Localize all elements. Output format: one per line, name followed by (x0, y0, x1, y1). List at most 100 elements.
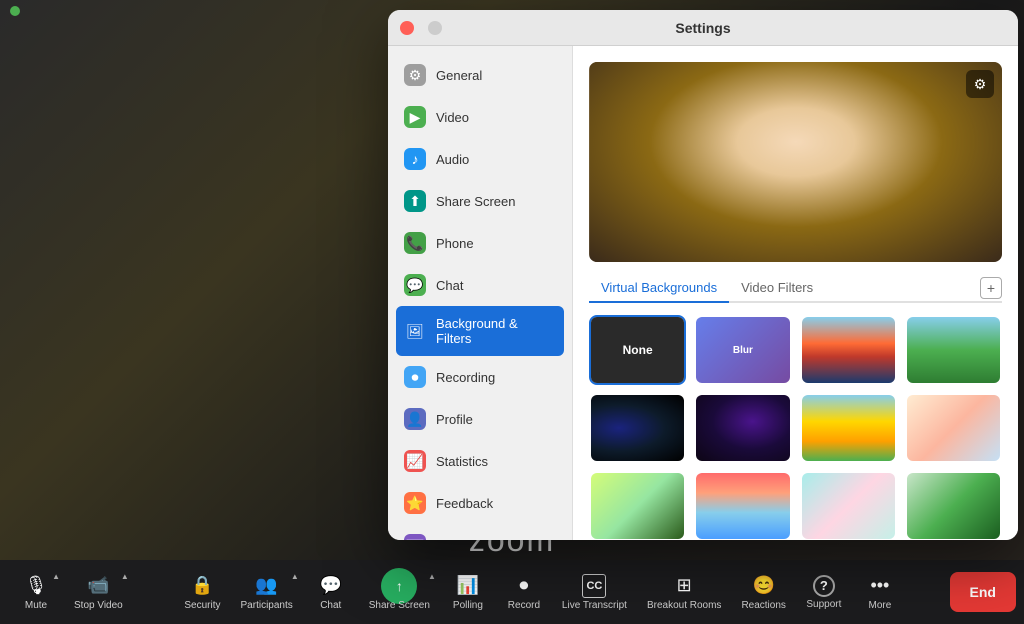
sidebar-item-general[interactable]: ⚙ General (388, 54, 572, 96)
toolbar: 🎙 Mute ▲ 📹 Stop Video ▲ 🔒 Security 👥 Par… (0, 560, 1024, 624)
sidebar-label-video: Video (436, 110, 469, 125)
more-icon: ••• (868, 574, 892, 598)
sidebar-label-keyboard-shortcuts: Keyboard Shortcuts (436, 538, 550, 541)
security-icon: 🔒 (190, 574, 214, 598)
breakout-rooms-label: Breakout Rooms (647, 600, 721, 611)
share-screen-label: Share Screen (369, 600, 430, 611)
live-transcript-button[interactable]: CC Live Transcript (552, 568, 637, 617)
connection-indicator (10, 6, 20, 16)
sidebar-item-video[interactable]: ▶ Video (388, 96, 572, 138)
sidebar-item-profile[interactable]: 👤 Profile (388, 398, 572, 440)
reactions-icon: 😊 (752, 574, 776, 598)
cc-icon: CC (582, 574, 606, 598)
sidebar-label-feedback: Feedback (436, 496, 493, 511)
sidebar-item-chat[interactable]: 💬 Chat (388, 264, 572, 306)
toolbar-center: 🔒 Security 👥 Participants ▲ 💬 Chat ↑ Sha… (133, 568, 950, 617)
stop-video-label: Stop Video (74, 600, 123, 611)
background-blur-label: Blur (696, 317, 789, 383)
background-bubbles-img (802, 473, 895, 539)
support-label: Support (806, 599, 841, 610)
toolbar-right: End (950, 572, 1016, 612)
camera-person (589, 62, 1002, 262)
reactions-button[interactable]: 😊 Reactions (731, 568, 795, 617)
sidebar-label-statistics: Statistics (436, 454, 488, 469)
security-button[interactable]: 🔒 Security (174, 568, 230, 617)
background-galaxy[interactable] (694, 393, 791, 463)
background-space[interactable] (589, 393, 686, 463)
share-screen-circle: ↑ (381, 568, 417, 604)
background-sunflowers[interactable] (800, 393, 897, 463)
settings-sidebar: ⚙ General ▶ Video ♪ Audio ⬆ Share Screen… (388, 46, 573, 540)
background-city[interactable] (694, 471, 791, 540)
breakout-rooms-button[interactable]: ⊞ Breakout Rooms (637, 568, 731, 617)
camera-preview: ⚙ (589, 62, 1002, 262)
chat-button[interactable]: 💬 Chat (303, 568, 359, 617)
modal-body: ⚙ General ▶ Video ♪ Audio ⬆ Share Screen… (388, 46, 1018, 540)
camera-settings-button[interactable]: ⚙ (966, 70, 994, 98)
video-icon: ▶ (404, 106, 426, 128)
chat-icon: 💬 (404, 274, 426, 296)
more-button[interactable]: ••• More (852, 568, 908, 617)
mute-button[interactable]: 🎙 Mute ▲ (8, 568, 64, 617)
keyboard-icon: ⌨ (404, 534, 426, 540)
sidebar-label-general: General (436, 68, 482, 83)
gear-icon: ⚙ (404, 64, 426, 86)
support-button[interactable]: ? Support (796, 569, 852, 616)
modal-maximize-button[interactable] (428, 21, 442, 35)
stop-video-button[interactable]: 📹 Stop Video ▲ (64, 568, 133, 617)
background-none[interactable]: None (589, 315, 686, 385)
share-screen-button[interactable]: ↑ Share Screen ▲ (359, 568, 440, 617)
background-filters-icon: 🖼 (404, 320, 426, 342)
sidebar-label-background-filters: Background & Filters (436, 316, 556, 346)
participants-button[interactable]: 👥 Participants ▲ (231, 568, 303, 617)
background-blur[interactable]: Blur (694, 315, 791, 385)
background-city-img (696, 473, 789, 539)
sidebar-item-recording[interactable]: ⏺ Recording (388, 356, 572, 398)
live-transcript-label: Live Transcript (562, 600, 627, 611)
mute-chevron[interactable]: ▲ (52, 572, 60, 581)
background-pastel[interactable] (905, 393, 1002, 463)
sidebar-item-share-screen[interactable]: ⬆ Share Screen (388, 180, 572, 222)
record-button[interactable]: ⏺ Record (496, 568, 552, 617)
sidebar-item-phone[interactable]: 📞 Phone (388, 222, 572, 264)
record-label: Record (508, 600, 540, 611)
background-nature[interactable] (905, 315, 1002, 385)
end-button[interactable]: End (950, 572, 1016, 612)
background-plant-img (907, 473, 1000, 539)
support-icon: ? (813, 575, 835, 597)
background-sunflowers-img (802, 395, 895, 461)
modal-titlebar: Settings (388, 10, 1018, 46)
polling-button[interactable]: 📊 Polling (440, 568, 496, 617)
participants-label: Participants (241, 600, 293, 611)
background-plant[interactable] (905, 471, 1002, 540)
record-icon: ⏺ (512, 574, 536, 598)
sidebar-item-audio[interactable]: ♪ Audio (388, 138, 572, 180)
background-palm-img (591, 473, 684, 539)
audio-icon: ♪ (404, 148, 426, 170)
security-label: Security (184, 600, 220, 611)
add-background-button[interactable]: + (980, 277, 1002, 299)
background-palm[interactable] (589, 471, 686, 540)
background-golden-gate[interactable] (800, 315, 897, 385)
settings-content: ⚙ Virtual Backgrounds Video Filters + No… (573, 46, 1018, 540)
sidebar-item-statistics[interactable]: 📈 Statistics (388, 440, 572, 482)
share-screen-chevron[interactable]: ▲ (428, 572, 436, 581)
modal-title: Settings (675, 20, 730, 36)
settings-modal: Settings ⚙ General ▶ Video ♪ Audio ⬆ Sha… (388, 10, 1018, 540)
background-nature-img (907, 317, 1000, 383)
recording-icon: ⏺ (404, 366, 426, 388)
sidebar-item-keyboard-shortcuts[interactable]: ⌨ Keyboard Shortcuts (388, 524, 572, 540)
participants-chevron[interactable]: ▲ (291, 572, 299, 581)
mute-icon: 🎙 (24, 574, 48, 598)
sidebar-label-audio: Audio (436, 152, 469, 167)
stop-video-chevron[interactable]: ▲ (121, 572, 129, 581)
background-none-label: None (591, 317, 684, 383)
sidebar-item-background-filters[interactable]: 🖼 Background & Filters (396, 306, 564, 356)
chat-icon: 💬 (319, 574, 343, 598)
tab-video-filters[interactable]: Video Filters (729, 274, 825, 303)
background-golden-gate-img (802, 317, 895, 383)
background-bubbles[interactable] (800, 471, 897, 540)
modal-close-button[interactable] (400, 21, 414, 35)
sidebar-item-feedback[interactable]: ⭐ Feedback (388, 482, 572, 524)
tab-virtual-backgrounds[interactable]: Virtual Backgrounds (589, 274, 729, 303)
